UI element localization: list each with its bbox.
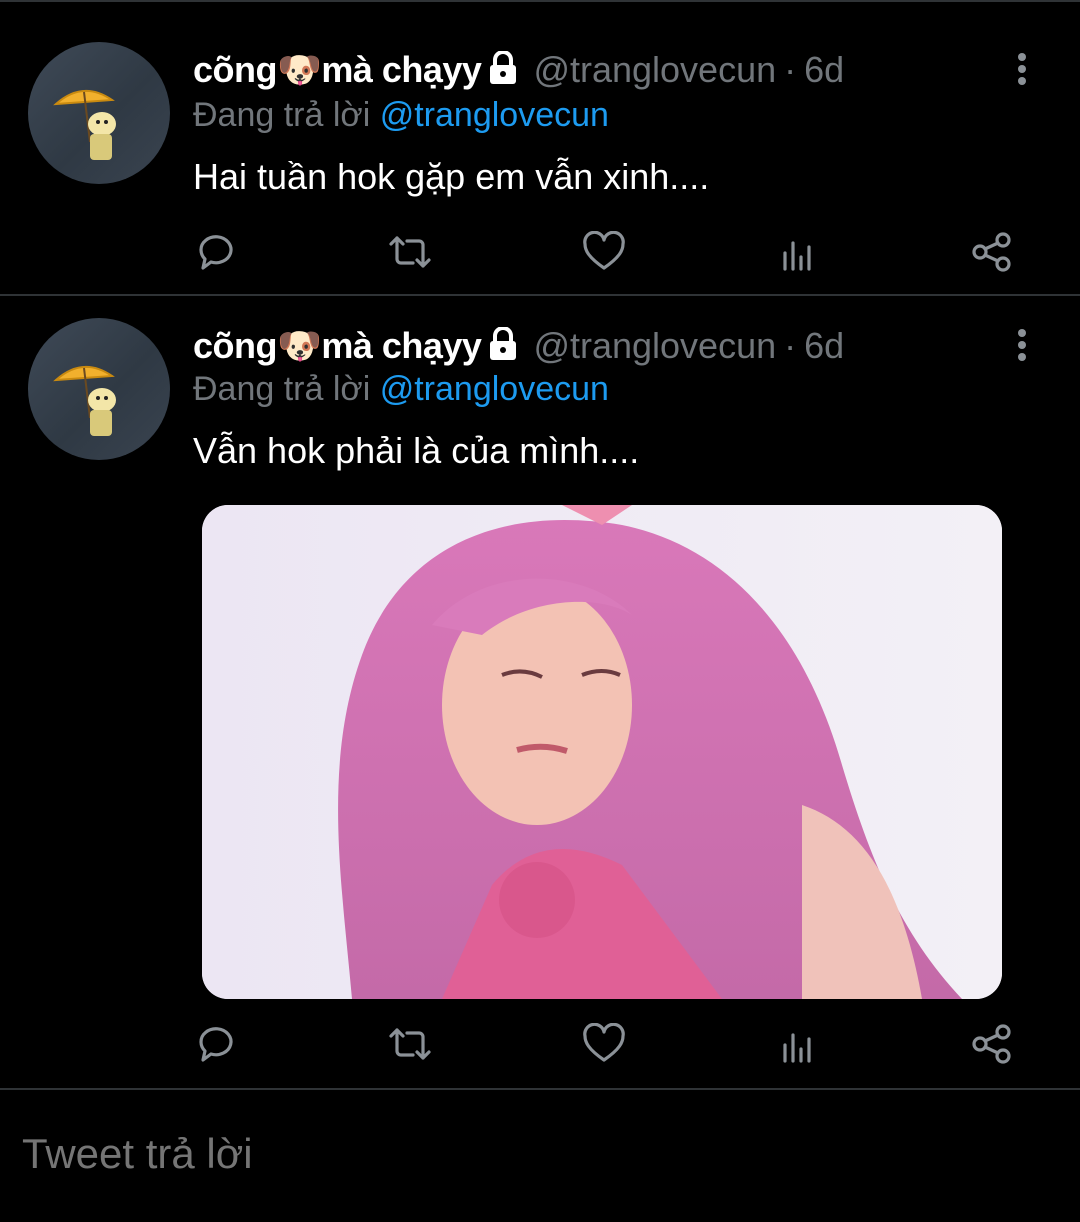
reply-context: Đang trả lời @tranglovecun: [193, 370, 609, 409]
share-icon[interactable]: [962, 1014, 1022, 1074]
analytics-icon[interactable]: [768, 1014, 828, 1074]
separator-dot: ·: [784, 49, 797, 90]
mention-link[interactable]: @tranglovecun: [380, 96, 609, 134]
avatar[interactable]: [28, 42, 170, 184]
user-handle[interactable]: @tranglovecun: [533, 325, 776, 367]
user-handle[interactable]: @tranglovecun: [533, 49, 776, 91]
timestamp[interactable]: 6d: [804, 325, 844, 367]
tweet-header: cõng🐶mà chạyy @tranglovecun · 6d: [193, 44, 844, 96]
avatar[interactable]: [28, 318, 170, 460]
reply-input[interactable]: [22, 1130, 922, 1178]
lock-icon: [487, 49, 519, 90]
retweet-icon[interactable]: [380, 222, 440, 282]
mention-link[interactable]: @tranglovecun: [380, 370, 609, 408]
more-options-icon[interactable]: [1010, 326, 1034, 366]
reply-icon[interactable]: [186, 222, 246, 282]
tweet-media-image[interactable]: [202, 505, 1002, 999]
reply-icon[interactable]: [186, 1014, 246, 1074]
tweet-header: cõng🐶mà chạyy @tranglovecun · 6d: [193, 320, 844, 372]
analytics-icon[interactable]: [768, 222, 828, 282]
action-bar: [0, 1014, 1080, 1074]
tweet[interactable]: cõng🐶mà chạyy @tranglovecun · 6d Đang tr…: [0, 296, 1080, 1090]
tweet-text: Vẫn hok phải là của mình....: [193, 430, 640, 471]
lock-icon: [487, 325, 519, 366]
reply-prefix: Đang trả lời: [193, 370, 371, 408]
separator-dot: ·: [784, 325, 797, 366]
timestamp[interactable]: 6d: [804, 49, 844, 91]
action-bar: [0, 222, 1080, 282]
tweet-text: Hai tuần hok gặp em vẫn xinh....: [193, 156, 710, 197]
tweet[interactable]: cõng🐶mà chạyy @tranglovecun · 6d Đang tr…: [0, 0, 1080, 296]
more-options-icon[interactable]: [1010, 50, 1034, 90]
like-icon[interactable]: [574, 1014, 634, 1074]
retweet-icon[interactable]: [380, 1014, 440, 1074]
share-icon[interactable]: [962, 222, 1022, 282]
display-name[interactable]: cõng🐶mà chạyy: [193, 325, 482, 367]
display-name[interactable]: cõng🐶mà chạyy: [193, 49, 482, 91]
reply-prefix: Đang trả lời: [193, 96, 371, 134]
reply-context: Đang trả lời @tranglovecun: [193, 96, 609, 135]
like-icon[interactable]: [574, 222, 634, 282]
